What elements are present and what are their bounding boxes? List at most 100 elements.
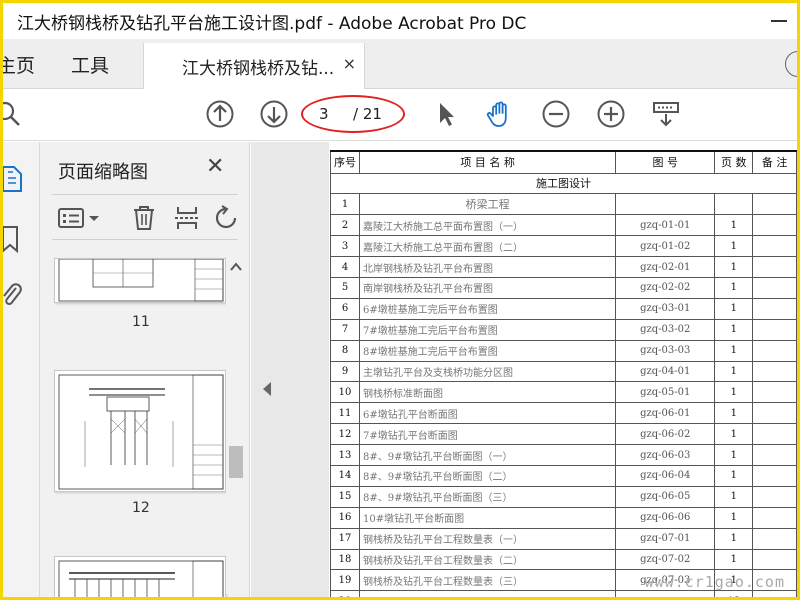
account-icon[interactable] — [785, 51, 797, 77]
panel-tools — [52, 194, 238, 240]
row-pages: 1 — [714, 360, 754, 383]
tab-home[interactable]: 主页 — [3, 51, 35, 78]
thumbnail-label-11: 11 — [132, 314, 150, 330]
table-row: 9 主墩钻孔平台及支栈桥功能分区图 gzq-04-01 1 — [330, 360, 797, 383]
header-code: 图 号 — [615, 150, 716, 174]
tab-close-icon[interactable]: × — [343, 54, 356, 73]
zoom-in-icon[interactable] — [596, 99, 626, 129]
toolbar: 3 / 21 — [3, 89, 797, 141]
row-remarks — [752, 485, 797, 508]
row-code: gzq-06-04 — [615, 464, 716, 487]
row-name: 北岸钢栈桥及钻孔平台布置图 — [358, 256, 617, 278]
row-code — [615, 590, 716, 597]
select-pointer-icon[interactable] — [431, 99, 461, 129]
table-row: 15 8#、9#墩钻孔平台断面图（三） gzq-06-05 1 — [330, 485, 797, 508]
thumbnail-page-11[interactable] — [54, 258, 226, 303]
row-name: 嘉陵江大桥施工总平面布置图（一） — [358, 214, 617, 237]
thumbnail-scrollbar[interactable] — [226, 258, 246, 594]
scroll-mode-icon[interactable] — [651, 99, 681, 129]
row-name: 7#墩钻孔平台断面图 — [358, 423, 617, 446]
row-number: 15 — [330, 485, 360, 508]
row-pages: 18 — [714, 590, 754, 597]
hand-tool-icon[interactable] — [485, 99, 515, 129]
row-remarks — [752, 590, 797, 597]
row-code: gzq-06-05 — [615, 485, 716, 508]
page-number-field[interactable]: 3 / 21 — [301, 95, 405, 133]
row-code: gzq-07-01 — [615, 527, 716, 550]
row-remarks — [752, 423, 797, 446]
row-pages: 1 — [714, 297, 754, 320]
thumbnail-page-12[interactable] — [54, 370, 226, 492]
bookmark-icon[interactable] — [3, 224, 21, 254]
header-pages: 页 数 — [714, 150, 754, 174]
header-name: 项 目 名 称 — [358, 150, 617, 174]
row-pages: 1 — [714, 548, 754, 571]
tab-bar: 主页 工具 江大桥钢栈桥及钻... × — [3, 39, 797, 90]
row-remarks — [752, 527, 797, 550]
row-name: 8#墩桩基施工完后平台布置图 — [358, 339, 617, 362]
row-code: gzq-06-01 — [615, 402, 716, 425]
search-icon[interactable] — [3, 99, 25, 129]
row-name: 8#、9#墩钻孔平台断面图（一） — [358, 444, 617, 466]
row-remarks — [752, 214, 797, 237]
scrollbar-thumb[interactable] — [229, 446, 243, 478]
extract-pages-icon[interactable] — [174, 205, 200, 231]
previous-page-icon[interactable] — [205, 99, 235, 129]
section-row: 施工图设计 — [330, 172, 797, 195]
current-page-input[interactable]: 3 — [319, 105, 329, 123]
panel-splitter — [251, 142, 329, 597]
section-title: 施工图设计 — [330, 172, 797, 195]
row-remarks — [752, 276, 797, 299]
row-number: 13 — [330, 444, 360, 466]
row-number: 10 — [330, 381, 360, 404]
row-code: gzq-02-01 — [615, 256, 716, 278]
options-menu-icon[interactable] — [58, 207, 104, 229]
row-pages: 1 — [714, 256, 754, 278]
row-remarks — [752, 506, 797, 529]
table-row: 1 桥梁工程 — [330, 193, 797, 216]
page-thumbnails-icon[interactable] — [3, 164, 23, 194]
table-row: 16 10#墩钻孔平台断面图 gzq-06-06 1 — [330, 506, 797, 529]
rotate-icon[interactable] — [216, 205, 240, 231]
thumbnail-drawing — [58, 374, 224, 490]
row-code: gzq-01-01 — [615, 214, 716, 237]
scroll-up-icon[interactable] — [230, 262, 242, 272]
row-number: 9 — [330, 360, 360, 383]
table-row: 11 6#墩钻孔平台断面图 gzq-06-01 1 — [330, 402, 797, 425]
row-code: gzq-03-01 — [615, 297, 716, 320]
header-no: 序号 — [330, 150, 360, 174]
collapse-panel-icon[interactable] — [263, 382, 271, 396]
trash-icon[interactable] — [132, 205, 156, 231]
row-name: 6#墩钻孔平台断面图 — [358, 402, 617, 425]
row-pages: 1 — [714, 214, 754, 237]
panel-close-icon[interactable]: ✕ — [206, 154, 224, 179]
attachment-icon[interactable] — [3, 280, 23, 310]
zoom-out-icon[interactable] — [541, 99, 571, 129]
row-remarks — [752, 235, 797, 258]
row-number: 6 — [330, 297, 360, 320]
minimize-button[interactable] — [771, 20, 787, 22]
row-remarks — [752, 297, 797, 320]
row-pages: 1 — [714, 527, 754, 550]
row-number: 2 — [330, 214, 360, 237]
thumbnail-page-13[interactable] — [54, 556, 226, 597]
next-page-icon[interactable] — [259, 99, 289, 129]
watermark: www.cr1gao.com — [644, 573, 785, 591]
row-number: 12 — [330, 423, 360, 446]
row-number: 19 — [330, 569, 360, 592]
row-name: 嘉陵江大桥施工总平面布置图（二） — [358, 235, 617, 258]
table-row: 10 钢栈桥标准断面图 gzq-05-01 1 — [330, 381, 797, 404]
tab-document[interactable]: 江大桥钢栈桥及钻... × — [143, 43, 365, 90]
row-pages: 1 — [714, 464, 754, 487]
row-remarks — [752, 548, 797, 571]
drawing-index-table: 序号 项 目 名 称 图 号 页 数 备 注 施工图设计 1 桥梁工程 2 嘉陵江大桥… — [330, 150, 797, 597]
row-name: 钢栈桥及钻孔平台工程数量表（二） — [358, 548, 617, 571]
row-number: 4 — [330, 256, 360, 278]
table-row: 12 7#墩钻孔平台断面图 gzq-06-02 1 — [330, 423, 797, 446]
tab-tools[interactable]: 工具 — [71, 51, 109, 78]
row-name: 钢栈桥及钻孔平台工程数量表（三） — [358, 569, 617, 592]
thumbnail-label-12: 12 — [132, 500, 150, 516]
row-name: 6#墩桩基施工完后平台布置图 — [358, 297, 617, 320]
row-name: 合计 — [358, 590, 617, 597]
row-pages: 1 — [714, 506, 754, 529]
